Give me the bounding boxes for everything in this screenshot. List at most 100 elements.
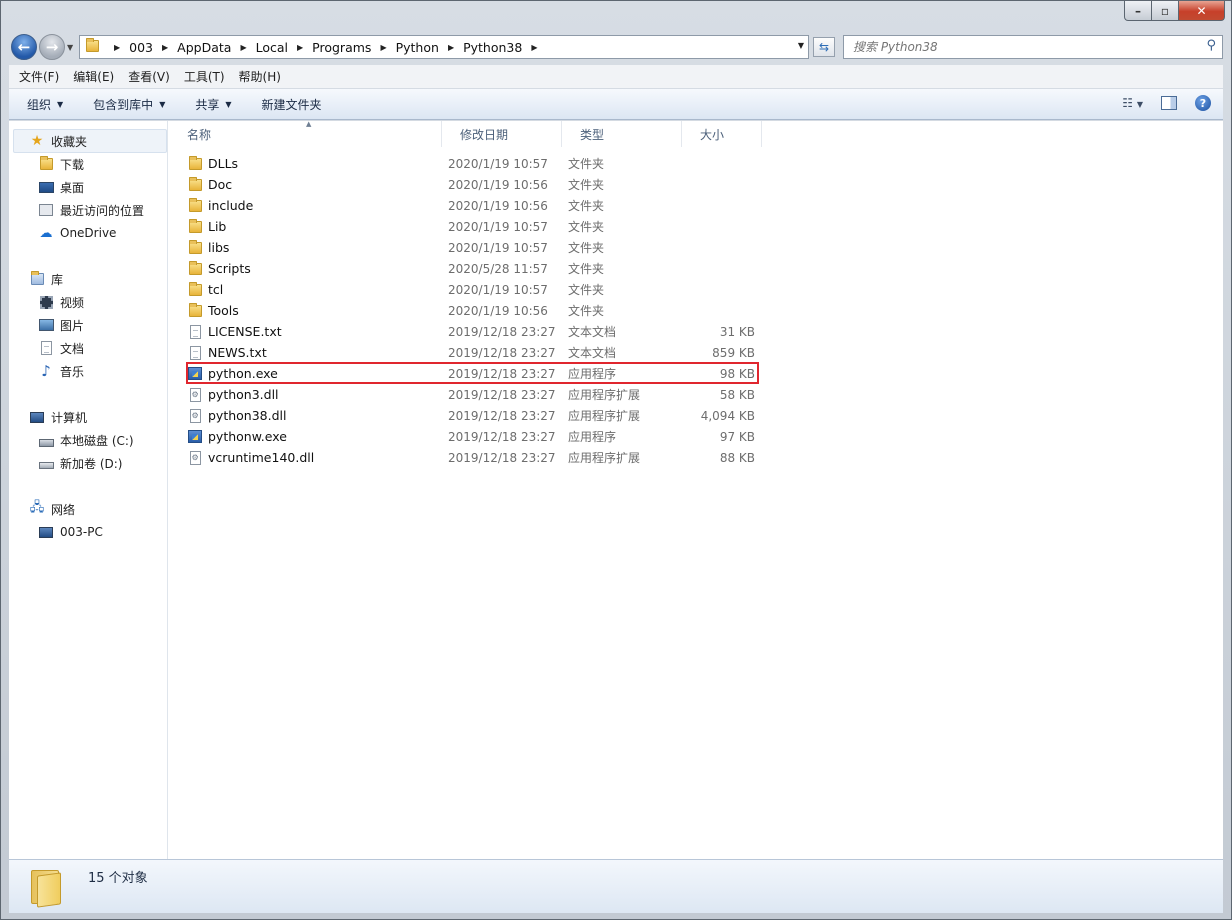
column-name[interactable]: 名称 ▲ [169, 120, 442, 147]
file-name-text: tcl [208, 282, 224, 297]
recent-pages-dropdown-icon[interactable]: ▼ [67, 43, 73, 52]
nav-downloads[interactable]: 下载 [38, 153, 84, 175]
nav-libraries[interactable]: 库 [29, 268, 63, 290]
file-size: 88 KB [719, 450, 755, 465]
nav-desktop[interactable]: 桌面 [38, 176, 84, 198]
nav-music[interactable]: ♪ 音乐 [38, 360, 84, 382]
file-row[interactable]: python3.dll 2019/12/18 23:27 应用程序扩展 58 KB [187, 384, 767, 405]
menu-tools[interactable]: 工具(T) [184, 68, 225, 85]
address-bar[interactable]: ▶ 003 ▶ AppData ▶ Local ▶ Programs ▶ Pyt… [79, 35, 809, 59]
chevron-right-icon[interactable]: ▶ [114, 43, 120, 52]
column-date[interactable]: 修改日期 [442, 121, 562, 147]
help-icon[interactable]: ? [1195, 95, 1211, 111]
file-name[interactable]: DLLs [187, 155, 238, 172]
search-icon[interactable]: ⚲ [1206, 38, 1216, 53]
file-name[interactable]: pythonw.exe [187, 429, 287, 445]
maximize-button[interactable]: ▫ [1152, 1, 1179, 21]
breadcrumb-item[interactable]: Python38 [463, 40, 522, 55]
chevron-right-icon[interactable]: ▶ [531, 43, 537, 52]
breadcrumb-item[interactable]: Python [396, 40, 439, 55]
file-row[interactable]: Tools 2020/1/19 10:56 文件夹 [187, 300, 767, 321]
breadcrumb-item[interactable]: Programs [312, 40, 371, 55]
nav-drive-c[interactable]: 本地磁盘 (C:) [38, 429, 134, 451]
file-date: 2020/1/19 10:57 [448, 282, 548, 297]
column-type[interactable]: 类型 [562, 121, 682, 147]
file-name[interactable]: vcruntime140.dll [187, 450, 314, 466]
file-row[interactable]: pythonw.exe 2019/12/18 23:27 应用程序 97 KB [187, 426, 767, 447]
file-row[interactable]: tcl 2020/1/19 10:57 文件夹 [187, 279, 767, 300]
file-row[interactable]: DLLs 2020/1/19 10:57 文件夹 [187, 153, 767, 174]
file-row[interactable]: Scripts 2020/5/28 11:57 文件夹 [187, 258, 767, 279]
menu-help[interactable]: 帮助(H) [239, 68, 281, 85]
downloads-folder-icon [38, 156, 54, 172]
include-library-button[interactable]: 包含到库中 ▼ [93, 96, 165, 113]
chevron-right-icon[interactable]: ▶ [162, 43, 168, 52]
menu-file[interactable]: 文件(F) [19, 68, 59, 85]
menu-edit[interactable]: 编辑(E) [73, 68, 114, 85]
nav-drive-d[interactable]: 新加卷 (D:) [38, 452, 122, 474]
dll-file-icon [187, 387, 203, 403]
file-name[interactable]: python38.dll [187, 408, 287, 424]
forward-button[interactable]: → [39, 34, 65, 60]
file-name[interactable]: tcl [187, 281, 224, 298]
breadcrumb-item[interactable]: AppData [177, 40, 231, 55]
file-name[interactable]: Scripts [187, 260, 251, 277]
nav-favorites[interactable]: ★ 收藏夹 [29, 130, 87, 152]
change-view-button[interactable]: ☷ ▼ [1122, 96, 1143, 110]
file-name-text: pythonw.exe [208, 429, 287, 444]
nav-pictures[interactable]: 图片 [38, 314, 84, 336]
chevron-right-icon[interactable]: ▶ [297, 43, 303, 52]
file-name[interactable]: python3.dll [187, 387, 279, 403]
breadcrumb-item[interactable]: 003 [129, 40, 153, 55]
file-type: 文件夹 [568, 157, 605, 171]
file-row[interactable]: libs 2020/1/19 10:57 文件夹 [187, 237, 767, 258]
file-row[interactable]: vcruntime140.dll 2019/12/18 23:27 应用程序扩展 88… [187, 447, 767, 468]
file-row[interactable]: LICENSE.txt 2019/12/18 23:27 文本文档 31 KB [187, 321, 767, 342]
chevron-right-icon[interactable]: ▶ [380, 43, 386, 52]
preview-pane-icon[interactable] [1161, 96, 1177, 110]
file-row[interactable]: Doc 2020/1/19 10:56 文件夹 [187, 174, 767, 195]
nav-label: 003-PC [60, 525, 103, 539]
file-type: 应用程序扩展 [568, 451, 641, 465]
file-name-text: Lib [208, 219, 227, 234]
picture-icon [38, 317, 54, 333]
file-type: 文件夹 [568, 241, 605, 255]
file-name[interactable]: LICENSE.txt [187, 324, 282, 340]
back-button[interactable]: ← [11, 34, 37, 60]
file-size: 97 KB [719, 429, 755, 444]
minimize-button[interactable]: – [1124, 1, 1152, 21]
file-row[interactable]: NEWS.txt 2019/12/18 23:27 文本文档 859 KB [187, 342, 767, 363]
menu-view[interactable]: 查看(V) [128, 68, 170, 85]
breadcrumb-item[interactable]: Local [256, 40, 288, 55]
new-folder-button[interactable]: 新建文件夹 [262, 96, 322, 113]
chevron-right-icon[interactable]: ▶ [448, 43, 454, 52]
chevron-right-icon[interactable]: ▶ [240, 43, 246, 52]
nav-videos[interactable]: 视频 [38, 291, 84, 313]
file-name[interactable]: include [187, 197, 253, 214]
nav-pc[interactable]: 003-PC [38, 521, 103, 543]
file-name[interactable]: Tools [187, 302, 239, 319]
file-row[interactable]: include 2020/1/19 10:56 文件夹 [187, 195, 767, 216]
column-size[interactable]: 大小 [682, 121, 762, 147]
file-row[interactable]: python38.dll 2019/12/18 23:27 应用程序扩展 4,094 … [187, 405, 767, 426]
organize-button[interactable]: 组织 ▼ [27, 96, 63, 113]
nav-onedrive[interactable]: ☁ OneDrive [38, 222, 117, 244]
close-button[interactable]: ✕ [1179, 1, 1225, 21]
file-name[interactable]: libs [187, 239, 229, 256]
nav-documents[interactable]: 文档 [38, 337, 84, 359]
file-row[interactable]: Lib 2020/1/19 10:57 文件夹 [187, 216, 767, 237]
file-name[interactable]: Doc [187, 176, 232, 193]
file-date: 2019/12/18 23:27 [448, 450, 556, 465]
nav-network[interactable]: 🖧 网络 [29, 498, 75, 520]
file-type: 文本文档 [568, 346, 617, 360]
file-list: 名称 ▲ 修改日期 类型 大小 DLLs 2020/1/19 10:57 文件夹 Do… [169, 120, 1223, 859]
refresh-button[interactable]: ⇆ [813, 37, 835, 57]
nav-recent[interactable]: 最近访问的位置 [38, 199, 144, 221]
file-name[interactable]: NEWS.txt [187, 345, 267, 361]
file-name[interactable]: Lib [187, 218, 227, 235]
file-size: 31 KB [719, 324, 755, 339]
search-input[interactable] [853, 40, 1193, 54]
share-button[interactable]: 共享 ▼ [195, 96, 231, 113]
nav-computer[interactable]: 计算机 [29, 406, 87, 428]
address-dropdown-icon[interactable]: ▼ [798, 41, 804, 50]
